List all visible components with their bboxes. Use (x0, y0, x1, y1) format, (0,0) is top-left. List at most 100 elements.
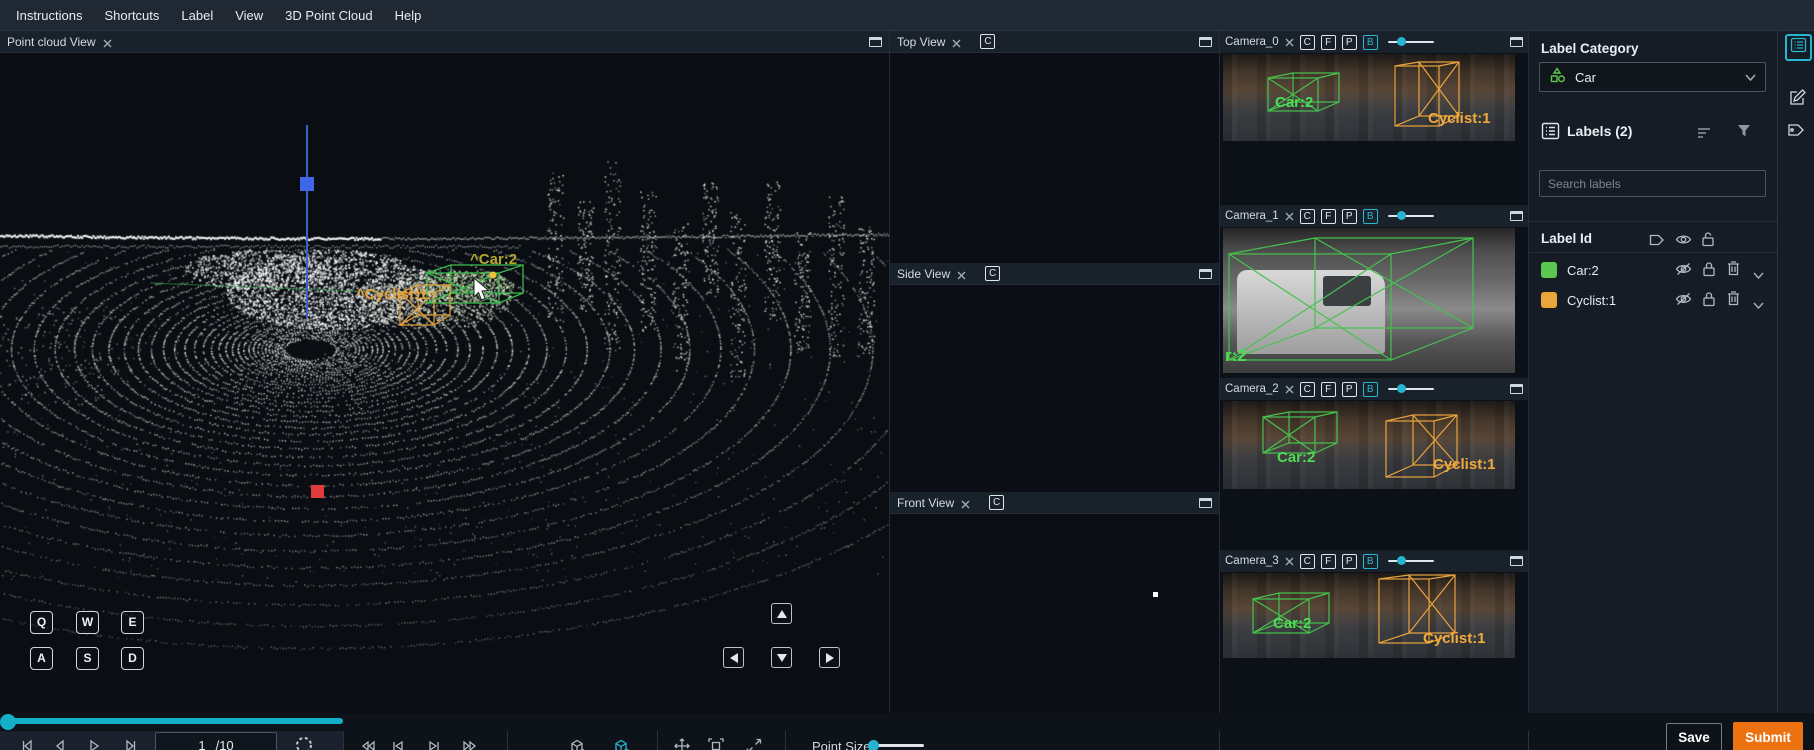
labels-panel-button-active[interactable] (1785, 34, 1812, 61)
unlock-icon[interactable] (1701, 231, 1715, 252)
close-icon[interactable] (1285, 385, 1294, 394)
pan-left-button[interactable] (723, 647, 744, 668)
skip-to-first-frame-button[interactable] (20, 738, 36, 750)
menu-item-label[interactable]: Label (181, 8, 213, 23)
fit-to-frame-tool[interactable] (708, 738, 724, 750)
close-icon[interactable] (1285, 557, 1294, 566)
camera-2-image[interactable]: Car:2 Cyclist:1 (1223, 401, 1515, 489)
brightness-slider[interactable] (1388, 560, 1434, 562)
pan-right-button[interactable] (819, 647, 840, 668)
toggle-p[interactable]: P (1342, 382, 1357, 397)
toggle-c[interactable]: C (1300, 209, 1315, 224)
close-icon[interactable] (1285, 38, 1294, 47)
tag-icon[interactable] (1787, 122, 1805, 143)
menu-item-shortcuts[interactable]: Shortcuts (104, 8, 159, 23)
toggle-f[interactable]: F (1321, 554, 1336, 569)
frame-seek-knob[interactable] (0, 714, 16, 730)
chevron-down-icon[interactable] (1753, 296, 1764, 314)
key-d[interactable]: D (121, 647, 144, 670)
key-e[interactable]: E (121, 611, 144, 634)
maximize-icon[interactable] (1199, 269, 1212, 279)
brightness-slider[interactable] (1388, 215, 1434, 217)
submit-button[interactable]: Submit (1733, 722, 1803, 750)
top-view-body[interactable] (890, 53, 1219, 263)
close-icon[interactable] (103, 37, 112, 46)
filter-funnel-icon[interactable] (1737, 124, 1751, 143)
key-w[interactable]: W (76, 611, 99, 634)
toggle-b[interactable]: B (1363, 382, 1378, 397)
frame-seek-bar[interactable] (8, 718, 343, 724)
toggle-p[interactable]: P (1342, 209, 1357, 224)
maximize-icon[interactable] (869, 37, 882, 47)
frame-counter[interactable]: 1 /10 (155, 732, 277, 750)
camera-3-image[interactable]: Car:2 Cyclist:1 (1223, 573, 1515, 658)
eye-off-icon[interactable] (1675, 262, 1692, 281)
toggle-p[interactable]: P (1342, 35, 1357, 50)
step-forward-button[interactable] (426, 738, 442, 750)
camera-projection-toggle[interactable]: C (989, 495, 1004, 510)
close-icon[interactable] (1285, 212, 1294, 221)
close-icon[interactable] (957, 269, 966, 278)
step-back-button[interactable] (390, 738, 406, 750)
toggle-f[interactable]: F (1321, 382, 1336, 397)
toggle-f[interactable]: F (1321, 209, 1336, 224)
menu-item-instructions[interactable]: Instructions (16, 8, 82, 23)
pan-down-button[interactable] (771, 647, 792, 668)
lock-icon[interactable] (1702, 261, 1716, 282)
toggle-p[interactable]: P (1342, 554, 1357, 569)
close-icon[interactable] (952, 37, 961, 46)
camera-projection-toggle[interactable]: C (980, 34, 995, 49)
toggle-c[interactable]: C (1300, 35, 1315, 50)
chevron-down-icon[interactable] (1753, 266, 1764, 284)
key-q[interactable]: Q (30, 611, 53, 634)
key-s[interactable]: S (76, 647, 99, 670)
toggle-b[interactable]: B (1363, 209, 1378, 224)
camera-1-image[interactable]: r:2 (1223, 228, 1515, 373)
eye-off-icon[interactable] (1675, 292, 1692, 311)
maximize-icon[interactable] (1199, 37, 1212, 47)
play-button[interactable] (86, 738, 102, 750)
toggle-f[interactable]: F (1321, 35, 1336, 50)
toggle-c[interactable]: C (1300, 382, 1315, 397)
point-size-slider[interactable] (874, 744, 924, 747)
maximize-icon[interactable] (1510, 384, 1523, 394)
edit-pencil-icon[interactable] (1788, 88, 1807, 112)
toggle-b[interactable]: B (1363, 35, 1378, 50)
camera-projection-toggle[interactable]: C (985, 266, 1000, 281)
pan-up-button[interactable] (771, 603, 792, 624)
label-category-dropdown[interactable]: Car (1539, 62, 1766, 92)
add-cuboid-tool[interactable] (568, 738, 584, 750)
lock-icon[interactable] (1702, 291, 1716, 312)
maximize-icon[interactable] (1510, 211, 1523, 221)
move-tool[interactable] (674, 738, 690, 750)
previous-frame-button[interactable] (53, 738, 69, 750)
maximize-icon[interactable] (1510, 556, 1523, 566)
save-button[interactable]: Save (1666, 723, 1722, 750)
skip-to-last-frame-button[interactable] (122, 738, 138, 750)
trash-icon[interactable] (1727, 261, 1740, 281)
menu-item-view[interactable]: View (235, 8, 263, 23)
toggle-b[interactable]: B (1363, 554, 1378, 569)
front-view-body[interactable] (890, 514, 1219, 713)
toggle-c[interactable]: C (1300, 554, 1315, 569)
fullscreen-tool[interactable] (746, 738, 762, 750)
key-a[interactable]: A (30, 647, 53, 670)
edit-cuboid-tool-active[interactable] (612, 738, 628, 750)
menu-item-3d-point-cloud[interactable]: 3D Point Cloud (285, 8, 372, 23)
close-icon[interactable] (961, 498, 970, 507)
rewind-button[interactable] (360, 738, 376, 750)
maximize-icon[interactable] (1199, 498, 1212, 508)
menu-item-help[interactable]: Help (395, 8, 422, 23)
search-labels-input[interactable] (1539, 170, 1766, 197)
brightness-slider[interactable] (1388, 388, 1434, 390)
trash-icon[interactable] (1727, 291, 1740, 311)
side-view-body[interactable] (890, 285, 1219, 492)
point-size-knob[interactable] (868, 740, 879, 750)
eye-icon[interactable] (1675, 233, 1692, 251)
camera-0-image[interactable]: Car:2 Cyclist:1 (1223, 54, 1515, 141)
brightness-slider[interactable] (1388, 41, 1434, 43)
maximize-icon[interactable] (1510, 37, 1523, 47)
fast-forward-button[interactable] (462, 738, 478, 750)
sort-icon[interactable] (1697, 126, 1712, 144)
tag-icon[interactable] (1649, 233, 1665, 252)
